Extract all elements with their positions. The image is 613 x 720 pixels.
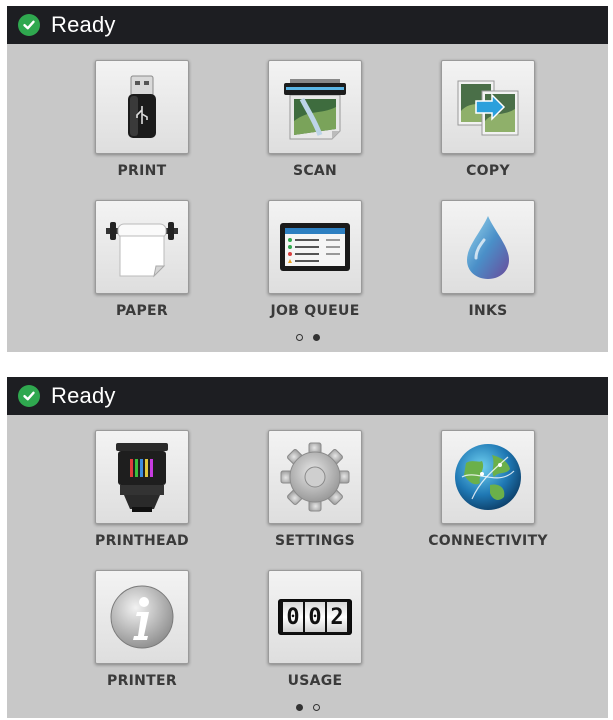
home-screen-page-2: Ready PRINTHEAD SETTINGS CONNECTIVITY PR… bbox=[7, 377, 608, 718]
status-bar: Ready bbox=[7, 377, 608, 415]
page-indicator bbox=[7, 334, 608, 341]
paper-label: PAPER bbox=[116, 303, 168, 319]
printhead-label: PRINTHEAD bbox=[95, 533, 189, 549]
page-dot-1[interactable] bbox=[295, 334, 303, 341]
paper-roll-icon bbox=[106, 222, 178, 278]
usb-drive-icon bbox=[128, 75, 156, 138]
copy-icon bbox=[457, 80, 519, 136]
gear-icon bbox=[280, 442, 350, 512]
status-text: Ready bbox=[51, 12, 116, 37]
paper-button[interactable] bbox=[95, 200, 189, 294]
scan-icon bbox=[284, 79, 346, 140]
ink-drop-icon bbox=[467, 216, 509, 279]
status-text: Ready bbox=[51, 383, 116, 408]
job-queue-label: JOB QUEUE bbox=[270, 303, 360, 319]
print-button[interactable] bbox=[95, 60, 189, 154]
inks-button[interactable] bbox=[441, 200, 535, 294]
job-queue-button[interactable] bbox=[268, 200, 362, 294]
globe-icon bbox=[455, 444, 521, 510]
settings-button[interactable] bbox=[268, 430, 362, 524]
settings-label: SETTINGS bbox=[275, 533, 355, 549]
page-indicator bbox=[7, 704, 608, 711]
home-screen-page-1: Ready PRINT SCAN COPY PAPER JOB QUEUE IN… bbox=[7, 6, 608, 352]
page-dot-2[interactable] bbox=[312, 334, 320, 341]
printhead-button[interactable] bbox=[95, 430, 189, 524]
printer-label: PRINTER bbox=[107, 673, 177, 689]
counter-digit-2: 0 bbox=[305, 602, 325, 632]
check-circle-icon bbox=[18, 385, 40, 407]
counter-digit-3: 2 bbox=[327, 602, 347, 632]
inks-label: INKS bbox=[468, 303, 508, 319]
info-icon bbox=[110, 585, 174, 649]
scan-button[interactable] bbox=[268, 60, 362, 154]
usage-button[interactable]: 0 0 2 bbox=[268, 570, 362, 664]
counter-icon: 0 0 2 bbox=[278, 599, 352, 635]
scan-label: SCAN bbox=[292, 163, 338, 179]
job-queue-icon bbox=[280, 223, 350, 271]
connectivity-label: CONNECTIVITY bbox=[428, 533, 548, 549]
page-dot-1[interactable] bbox=[295, 704, 303, 711]
counter-digit-1: 0 bbox=[283, 602, 303, 632]
check-circle-icon bbox=[18, 14, 40, 36]
print-label: PRINT bbox=[117, 163, 167, 179]
status-bar: Ready bbox=[7, 6, 608, 44]
copy-button[interactable] bbox=[441, 60, 535, 154]
copy-label: COPY bbox=[466, 163, 510, 179]
printhead-icon bbox=[116, 443, 168, 512]
page-dot-2[interactable] bbox=[312, 704, 320, 711]
connectivity-button[interactable] bbox=[441, 430, 535, 524]
usage-label: USAGE bbox=[287, 673, 343, 689]
printer-info-button[interactable] bbox=[95, 570, 189, 664]
